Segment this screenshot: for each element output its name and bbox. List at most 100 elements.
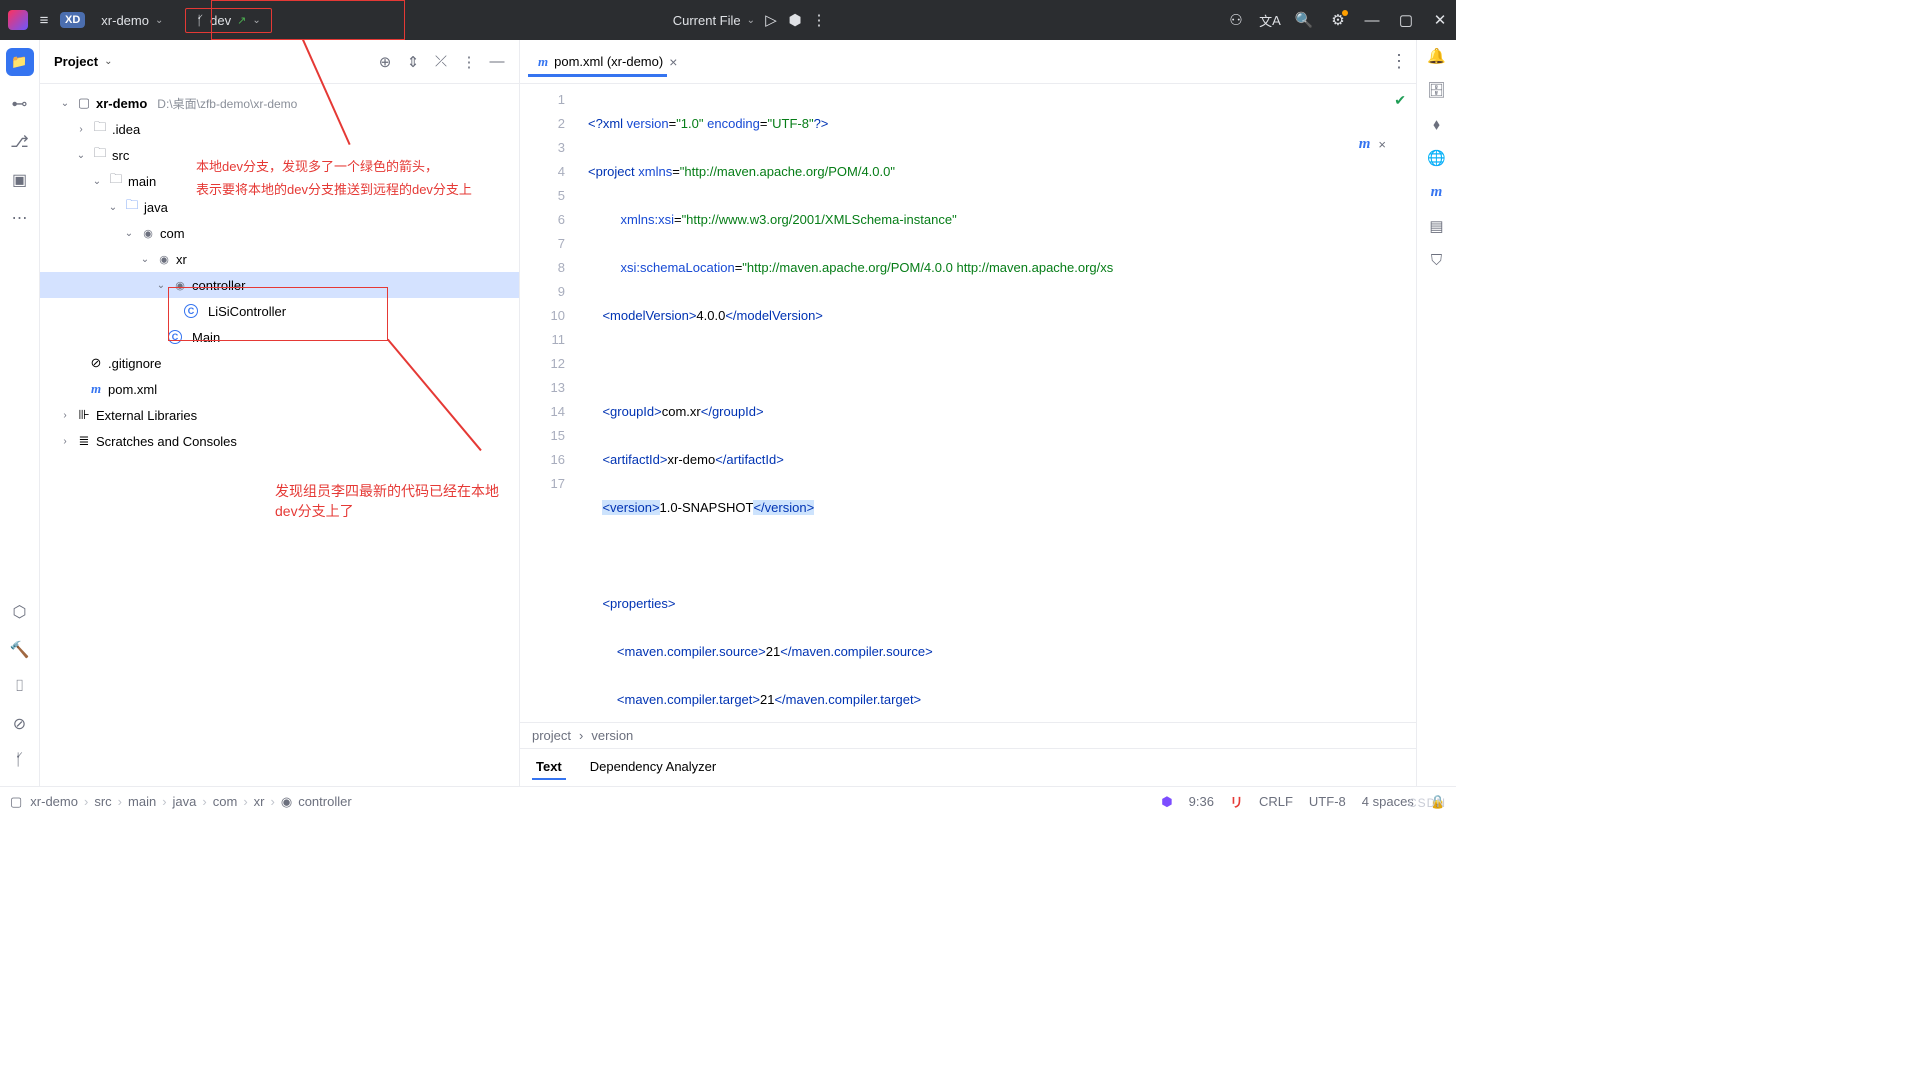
status-eol[interactable]: CRLF [1259, 794, 1293, 809]
maven-tool-icon[interactable]: m [1429, 184, 1445, 200]
xml-breadcrumb[interactable]: project›version [520, 723, 1416, 748]
tree-item-controller[interactable]: ⌄◉controller [40, 272, 519, 298]
tree-item[interactable]: ⌄◉xr [40, 246, 519, 272]
tree-item[interactable]: mpom.xml [40, 376, 519, 402]
problems-icon[interactable]: ⊘ [13, 714, 26, 734]
editor-tabs: m pom.xml (xr-demo) × ⋮ [520, 40, 1416, 84]
tree-label: External Libraries [96, 408, 197, 423]
search-icon[interactable]: 🔍 [1296, 12, 1312, 28]
code-content[interactable]: <?xml version="1.0" encoding="UTF-8"?> <… [580, 84, 1416, 722]
maximize-icon[interactable]: ▢ [1398, 12, 1414, 28]
tree-label: .idea [112, 122, 140, 137]
tree-item[interactable]: ›⊪External Libraries [40, 402, 519, 428]
structure-tool-icon[interactable]: ▣ [12, 170, 27, 190]
tree-item[interactable]: ⌄🗀src [40, 142, 519, 168]
gradle-icon[interactable]: ⬧ [1429, 116, 1445, 132]
run-config-label: Current File [673, 13, 741, 28]
tree-item[interactable]: ⌄◉com [40, 220, 519, 246]
project-badge: XD [60, 12, 85, 28]
web-icon[interactable]: 🌐 [1429, 150, 1445, 166]
database-icon[interactable]: 🗄 [1429, 82, 1445, 98]
tree-label: Main [192, 330, 220, 345]
subtab-dependency[interactable]: Dependency Analyzer [586, 755, 720, 780]
chevron-down-icon[interactable]: ⌄ [104, 56, 112, 67]
tree-item[interactable]: ⌄🗀java [40, 194, 519, 220]
tab-label: pom.xml (xr-demo) [554, 54, 663, 69]
close-icon[interactable]: ✕ [1432, 12, 1448, 28]
tree-item[interactable]: ⊘.gitignore [40, 350, 519, 376]
translate-icon[interactable]: 文A [1262, 12, 1278, 28]
tab-options-icon[interactable]: ⋮ [1390, 51, 1408, 72]
tree-label: main [128, 174, 156, 189]
collapse-all-icon[interactable]: ⤫ [433, 54, 449, 70]
close-tab-icon[interactable]: × [669, 54, 677, 70]
ai-icon[interactable]: ▤ [1429, 218, 1445, 234]
panel-title: Project [54, 54, 98, 69]
select-opened-icon[interactable]: ⊕ [377, 54, 393, 70]
status-indent[interactable]: 4 spaces [1362, 794, 1414, 809]
class-icon: C [168, 330, 182, 344]
inspection-ok-icon[interactable]: ✔ [1394, 92, 1406, 109]
notifications-icon[interactable]: 🔔 [1429, 48, 1445, 64]
editor-area: m pom.xml (xr-demo) × ⋮ 1234567891011121… [520, 40, 1416, 786]
branch-icon: ᚶ [196, 13, 204, 28]
tree-label: com [160, 226, 185, 241]
main-menu-icon[interactable]: ≡ [36, 12, 52, 28]
tree-label: pom.xml [108, 382, 157, 397]
debug-icon[interactable]: ⬢ [787, 12, 803, 28]
chevron-down-icon: ⌄ [155, 15, 163, 26]
status-time: 9:36 [1189, 794, 1214, 809]
tree-label: java [144, 200, 168, 215]
project-panel-header: Project ⌄ ⊕ ⇕ ⤫ ⋮ — [40, 40, 519, 84]
editor-tab[interactable]: m pom.xml (xr-demo) × [528, 48, 687, 76]
expand-all-icon[interactable]: ⇕ [405, 54, 421, 70]
tree-item[interactable]: ⌄🗀main [40, 168, 519, 194]
hide-icon[interactable]: — [489, 54, 505, 70]
vcs-icon[interactable]: ᚶ [15, 752, 25, 770]
code-with-me-icon[interactable]: ⚇ [1228, 12, 1244, 28]
tree-label: src [112, 148, 129, 163]
chevron-down-icon: ⌄ [252, 15, 260, 26]
subtab-text[interactable]: Text [532, 755, 566, 780]
minimize-icon[interactable]: — [1364, 12, 1380, 28]
status-icon[interactable]: リ [1230, 792, 1243, 811]
build-icon[interactable]: 🔨 [10, 640, 30, 660]
status-encoding[interactable]: UTF-8 [1309, 794, 1346, 809]
options-icon[interactable]: ⋮ [461, 54, 477, 70]
tree-label: Scratches and Consoles [96, 434, 237, 449]
right-tool-rail: 🔔 🗄 ⬧ 🌐 m ▤ ⛉ [1416, 40, 1456, 786]
main-area: 📁 ⊷ ⎇ ▣ ⋯ ⬡ 🔨 ⌷ ⊘ ᚶ Project ⌄ ⊕ ⇕ ⤫ ⋮ — … [0, 40, 1456, 786]
run-icon[interactable]: ▷ [763, 12, 779, 28]
services-icon[interactable]: ⬡ [13, 602, 27, 622]
settings-icon[interactable]: ⚙ [1330, 12, 1346, 28]
intellij-logo-icon [8, 10, 28, 30]
tree-item[interactable]: ›≣Scratches and Consoles [40, 428, 519, 454]
tree-item-lisi[interactable]: CLiSiController [40, 298, 519, 324]
close-icon[interactable]: × [1378, 137, 1386, 152]
pull-requests-icon[interactable]: ⎇ [10, 132, 28, 152]
run-config-selector[interactable]: Current File ⌄ [673, 13, 755, 28]
terminal-icon[interactable]: ⌷ [15, 678, 25, 696]
tree-item[interactable]: ›🗀.idea [40, 116, 519, 142]
more-tool-icon[interactable]: ⋯ [12, 208, 28, 228]
more-icon[interactable]: ⋮ [811, 12, 827, 28]
copilot-icon[interactable]: ⬢ [1161, 794, 1172, 810]
tree-root[interactable]: ⌄▢xr-demoD:\桌面\zfb-demo\xr-demo [40, 90, 519, 116]
git-branch-selector[interactable]: ᚶ dev ↗ ⌄ [185, 8, 271, 33]
branch-name: dev [210, 13, 231, 28]
maven-file-icon: m [538, 54, 548, 70]
shield-icon[interactable]: ⛉ [1429, 252, 1445, 268]
maven-widget[interactable]: m × [1359, 136, 1386, 153]
project-tool-icon[interactable]: 📁 [6, 48, 34, 76]
class-icon: C [184, 304, 198, 318]
project-tree: ⌄▢xr-demoD:\桌面\zfb-demo\xr-demo ›🗀.idea … [40, 84, 519, 786]
editor-body[interactable]: 1234567891011121314151617 <?xml version=… [520, 84, 1416, 722]
tree-item[interactable]: C Main [40, 324, 519, 350]
navigation-breadcrumb[interactable]: xr-demo› src› main› java› com› xr› ◉ con… [30, 794, 351, 810]
project-selector[interactable]: xr-demo ⌄ [93, 9, 171, 32]
tree-path: D:\桌面\zfb-demo\xr-demo [157, 95, 297, 112]
chevron-down-icon: ⌄ [747, 15, 755, 26]
status-bar: ▢ xr-demo› src› main› java› com› xr› ◉ c… [0, 786, 1456, 816]
commit-tool-icon[interactable]: ⊷ [12, 94, 28, 114]
module-icon: ▢ [10, 794, 22, 810]
